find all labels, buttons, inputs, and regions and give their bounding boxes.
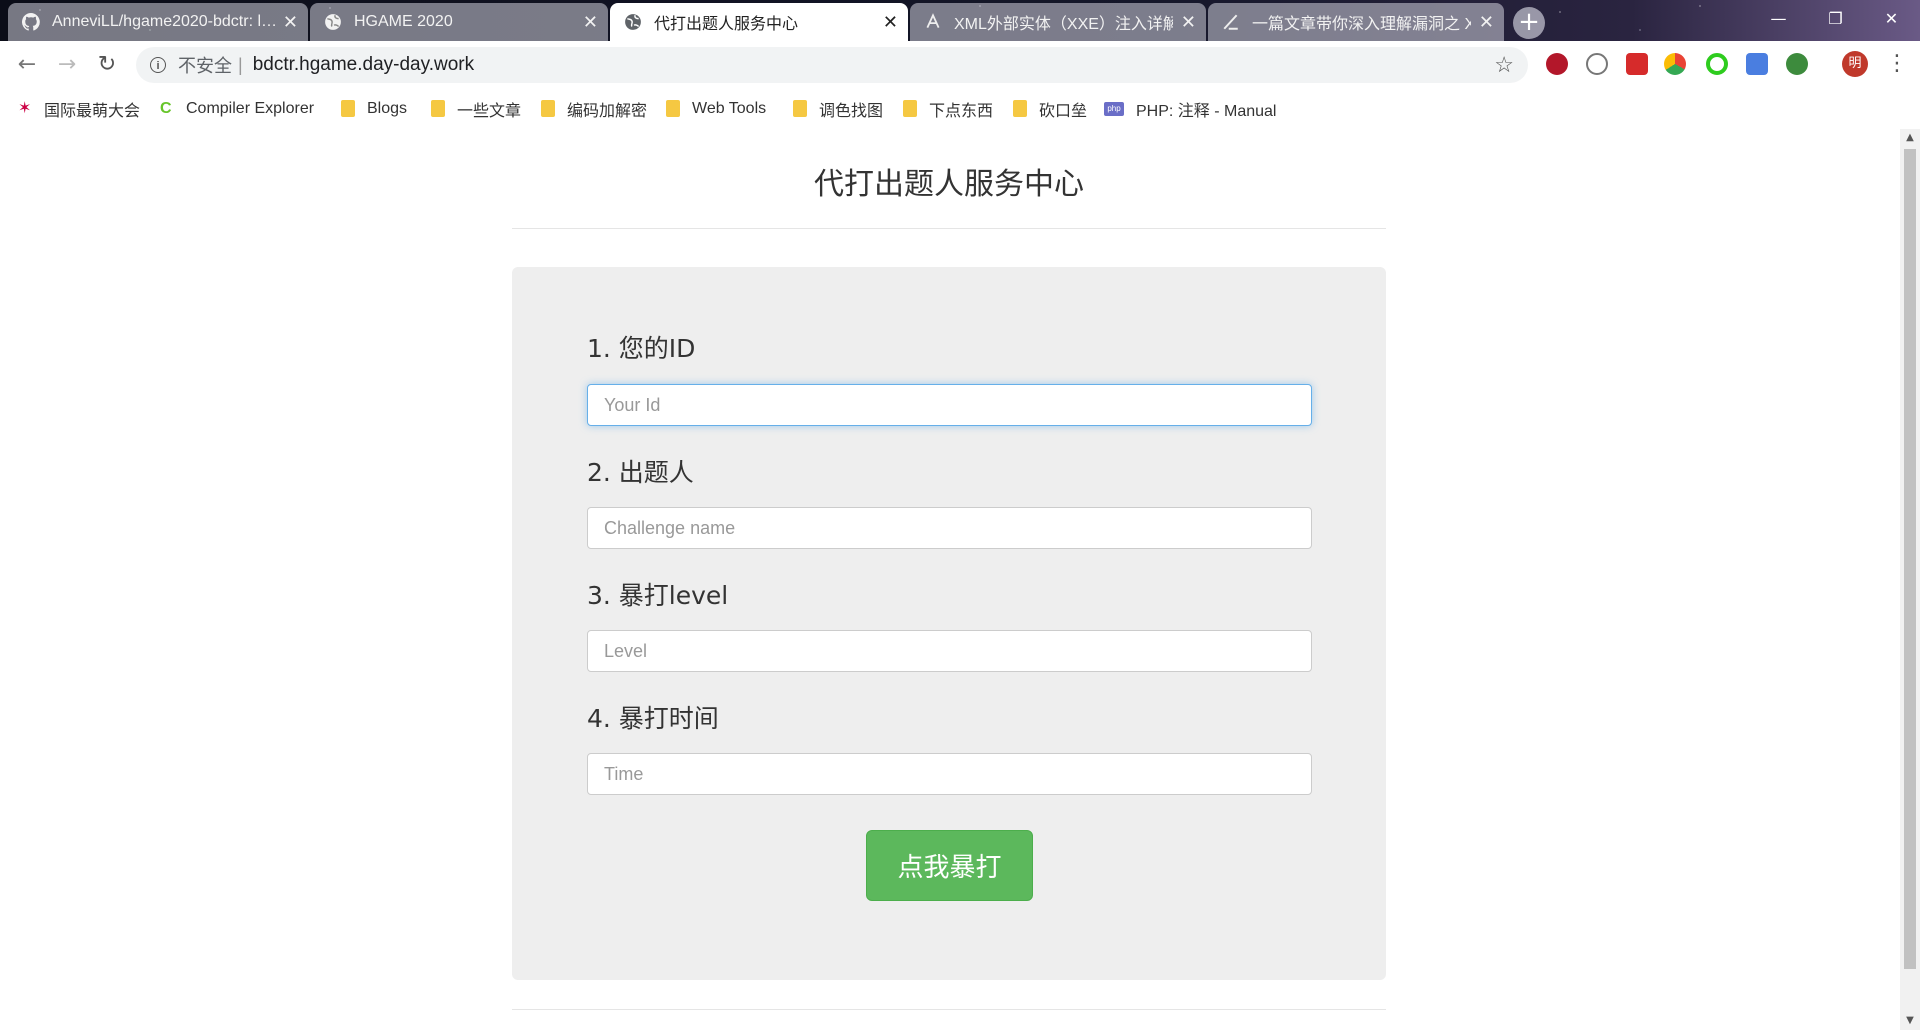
bookmark-label: 一些文章 — [457, 102, 522, 120]
star-logo-icon: ✶ — [18, 100, 32, 117]
browser-toolbar: ← → ↻ i 不安全 | bdctr.hgame.day-day.work ☆… — [0, 41, 1920, 88]
id-input[interactable] — [587, 384, 1312, 426]
globe-icon — [325, 14, 341, 30]
scroll-up-arrow-icon[interactable]: ▲ — [1900, 129, 1920, 147]
bookmark-label: Blogs — [367, 99, 408, 117]
url-text[interactable]: bdctr.hgame.day-day.work — [253, 54, 1495, 76]
tab-article[interactable]: 一篇文章带你深入理解漏洞之 X… ✕ — [1208, 3, 1504, 41]
id-label: 1. 您的ID — [587, 334, 696, 363]
security-label: 不安全 — [178, 56, 232, 76]
time-label: 4. 暴打时间 — [587, 704, 719, 733]
green-ring-extension-icon[interactable] — [1706, 53, 1728, 75]
bookmark-label: Web Tools — [692, 99, 767, 117]
level-input[interactable] — [587, 630, 1312, 672]
ublock-extension-icon[interactable] — [1546, 53, 1568, 75]
glasses-extension-icon[interactable] — [1586, 53, 1608, 75]
divider — [512, 228, 1386, 229]
menu-dots-icon[interactable]: ⋮ — [1886, 49, 1908, 79]
folder-icon — [793, 100, 807, 117]
submit-button[interactable]: 点我暴打 — [866, 830, 1033, 901]
tab-title: AnneviLL/hgame2020-bdctr: l… — [52, 13, 275, 30]
tab-github[interactable]: AnneviLL/hgame2020-bdctr: l… ✕ — [8, 3, 308, 41]
folder-icon — [1013, 100, 1027, 117]
tab-title: 代打出题人服务中心 — [654, 16, 799, 33]
github-icon — [22, 13, 40, 31]
bookmark-item[interactable]: Web Tools — [666, 88, 766, 129]
red-extension-icon[interactable] — [1626, 53, 1648, 75]
address-separator: | — [238, 54, 243, 75]
globe-icon — [625, 14, 641, 30]
green-extension-icon[interactable] — [1786, 53, 1808, 75]
page-content: 代打出题人服务中心 1. 您的ID 2. 出题人 3. 暴打level 4. 暴… — [0, 129, 1900, 1030]
bookmark-item[interactable]: C Compiler Explorer — [160, 88, 314, 129]
minimize-button[interactable]: — — [1750, 0, 1807, 36]
tab-close-icon[interactable]: ✕ — [1181, 12, 1196, 33]
tab-close-icon[interactable]: ✕ — [1479, 12, 1494, 33]
bookmark-label: 编码加解密 — [567, 102, 648, 120]
translate-extension-icon[interactable] — [1746, 53, 1768, 75]
maximize-button[interactable]: ❐ — [1807, 0, 1864, 36]
folder-icon — [903, 100, 917, 117]
tab-xxe[interactable]: XML外部实体（XXE）注入详解 ✕ — [910, 3, 1206, 41]
bookmark-label: 调色找图 — [819, 102, 884, 120]
order-form: 1. 您的ID 2. 出题人 3. 暴打level 4. 暴打时间 点我暴打 — [512, 267, 1386, 980]
challenge-label: 2. 出题人 — [587, 458, 694, 487]
bookmark-label: 砍口垒 — [1039, 102, 1088, 120]
bookmark-label: 国际最萌大会 — [44, 102, 141, 120]
tab-close-icon[interactable]: ✕ — [583, 12, 598, 33]
close-window-button[interactable]: ✕ — [1863, 0, 1920, 36]
back-arrow-icon[interactable]: ← — [12, 50, 42, 80]
tab-close-icon[interactable]: ✕ — [283, 12, 298, 33]
divider — [512, 1009, 1386, 1010]
bookmark-item[interactable]: php PHP: 注释 - Manual — [1104, 88, 1277, 129]
tab-hgame[interactable]: HGAME 2020 ✕ — [310, 3, 608, 41]
page-title: 代打出题人服务中心 — [814, 167, 1084, 202]
bookmark-label: Compiler Explorer — [186, 99, 315, 117]
bookmark-item[interactable]: 调色找图 — [793, 88, 883, 129]
tab-title: 一篇文章带你深入理解漏洞之 X… — [1252, 16, 1471, 33]
info-icon[interactable]: i — [150, 57, 166, 73]
bookmark-item[interactable]: ✶ 国际最萌大会 — [18, 88, 140, 129]
compiler-explorer-icon: C — [160, 100, 172, 117]
level-label: 3. 暴打level — [587, 581, 729, 610]
folder-icon — [666, 100, 680, 117]
tab-title: HGAME 2020 — [354, 13, 453, 30]
time-input[interactable] — [587, 753, 1312, 795]
bookmark-item[interactable]: 一些文章 — [431, 88, 521, 129]
challenge-name-input[interactable] — [587, 507, 1312, 549]
site-icon — [1223, 14, 1238, 30]
browser-chrome: AnneviLL/hgame2020-bdctr: l… ✕ HGAME 202… — [0, 0, 1920, 129]
bookmark-item[interactable]: Blogs — [341, 88, 407, 129]
folder-icon — [541, 100, 555, 117]
php-icon: php — [1104, 101, 1124, 116]
folder-icon — [431, 100, 445, 117]
bookmark-item[interactable]: 下点东西 — [903, 88, 993, 129]
bookmark-star-icon[interactable]: ☆ — [1494, 52, 1514, 78]
reload-icon[interactable]: ↻ — [92, 50, 122, 80]
bookmarks-bar: ✶ 国际最萌大会 C Compiler Explorer Blogs 一些文章 … — [0, 88, 1920, 129]
address-bar[interactable]: i 不安全 | bdctr.hgame.day-day.work ☆ — [136, 47, 1528, 83]
forward-arrow-icon[interactable]: → — [52, 50, 82, 80]
chrome-extension-icon[interactable] — [1664, 53, 1686, 75]
tab-title: XML外部实体（XXE）注入详解 — [954, 16, 1173, 33]
bookmark-label: PHP: 注释 - Manual — [1136, 102, 1277, 120]
bookmark-item[interactable]: 编码加解密 — [541, 88, 647, 129]
bookmark-item[interactable]: 砍口垒 — [1013, 88, 1087, 129]
page-scrollbar[interactable]: ▲ ▼ — [1900, 129, 1920, 1030]
scroll-thumb[interactable] — [1904, 149, 1916, 969]
tab-active-bdctr[interactable]: 代打出题人服务中心 ✕ — [610, 3, 908, 41]
tab-strip: AnneviLL/hgame2020-bdctr: l… ✕ HGAME 202… — [0, 0, 1920, 41]
scroll-down-arrow-icon[interactable]: ▼ — [1900, 1012, 1920, 1030]
site-icon — [926, 13, 940, 28]
new-tab-button[interactable]: + — [1513, 7, 1545, 39]
folder-icon — [341, 100, 355, 117]
bookmark-label: 下点东西 — [929, 102, 994, 120]
tab-close-icon[interactable]: ✕ — [883, 12, 898, 33]
profile-avatar[interactable]: 明 — [1842, 51, 1868, 77]
